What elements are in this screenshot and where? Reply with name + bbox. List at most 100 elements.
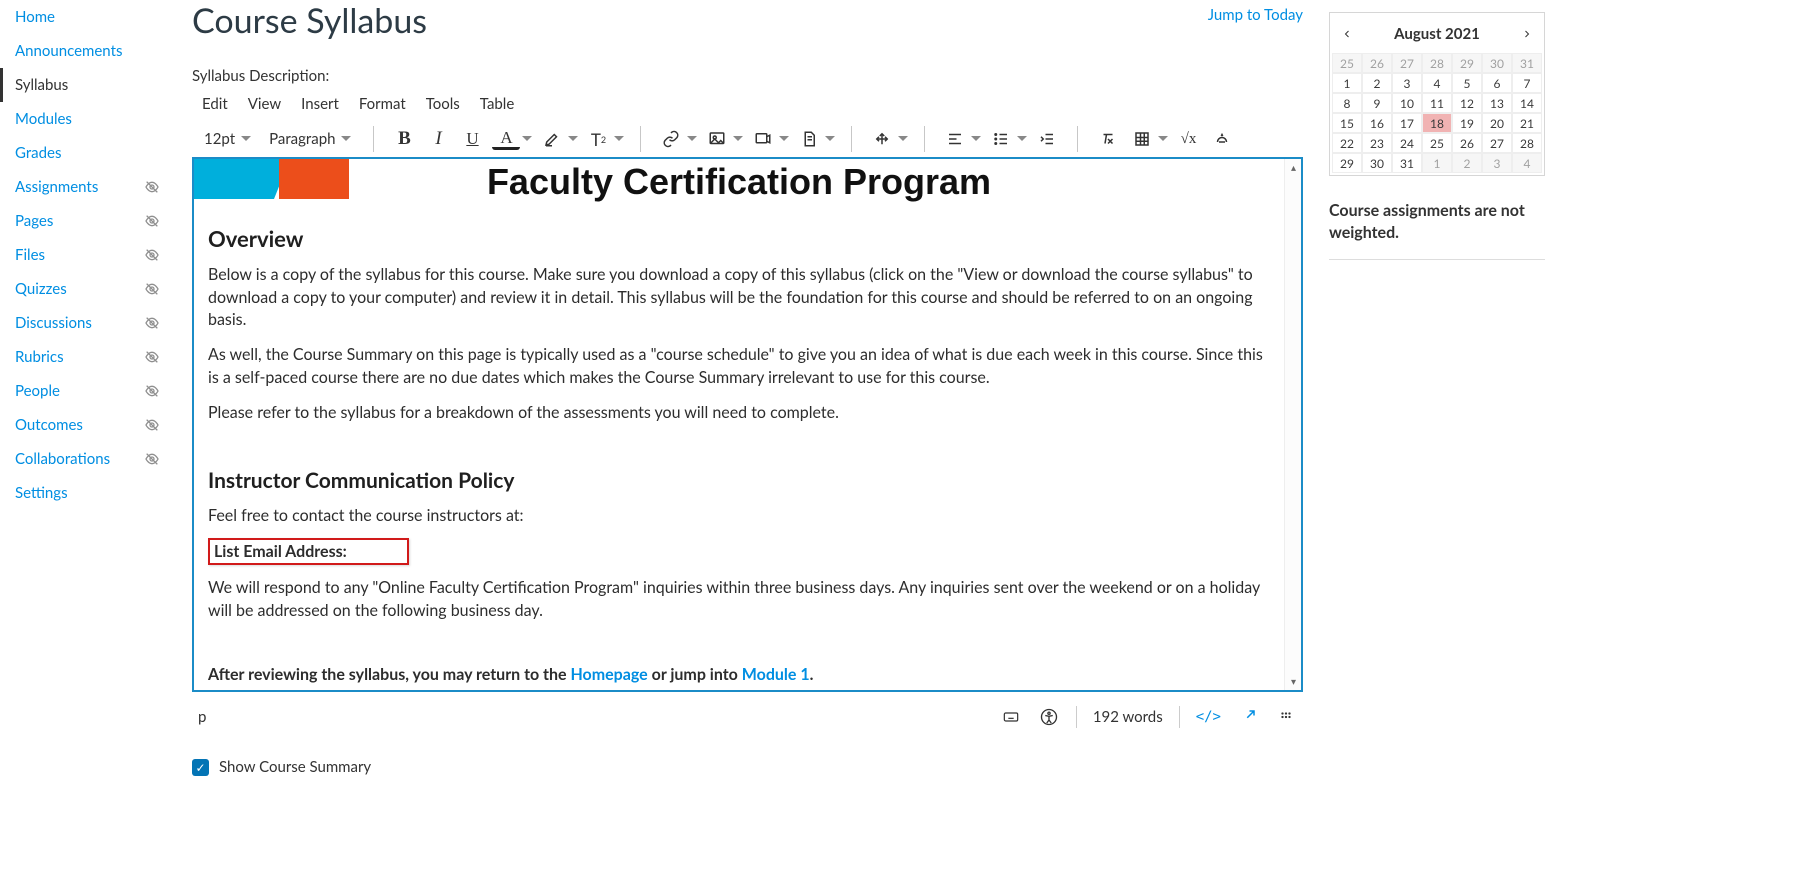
keyboard-icon[interactable] (1000, 706, 1022, 728)
calendar-day[interactable]: 1 (1332, 73, 1362, 93)
calendar-day[interactable]: 24 (1392, 133, 1422, 153)
media-button[interactable] (749, 125, 789, 153)
calendar-day[interactable]: 23 (1362, 133, 1392, 153)
nav-discussions[interactable]: Discussions (0, 306, 170, 340)
font-size-select[interactable]: 12pt (198, 125, 257, 153)
scroll-up-icon[interactable]: ▴ (1285, 159, 1302, 176)
calendar-day[interactable]: 11 (1422, 93, 1452, 113)
paragraph-select[interactable]: Paragraph (263, 125, 357, 153)
equation-button[interactable]: √x (1174, 125, 1202, 153)
element-path[interactable]: p (198, 708, 206, 726)
calendar-day[interactable]: 25 (1332, 53, 1362, 73)
calendar-day[interactable]: 13 (1482, 93, 1512, 113)
calendar-next-button[interactable] (1516, 23, 1538, 45)
calendar-day[interactable]: 2 (1452, 153, 1482, 173)
calendar-day[interactable]: 7 (1512, 73, 1542, 93)
homepage-link[interactable]: Homepage (570, 665, 647, 684)
calendar-day[interactable]: 27 (1482, 133, 1512, 153)
calendar-day[interactable]: 25 (1422, 133, 1452, 153)
menu-table[interactable]: Table (480, 95, 514, 113)
calendar-day[interactable]: 27 (1392, 53, 1422, 73)
show-course-summary-checkbox[interactable]: ✓ (192, 759, 209, 776)
menu-view[interactable]: View (248, 95, 281, 113)
calendar-day[interactable]: 28 (1512, 133, 1542, 153)
nav-modules[interactable]: Modules (0, 102, 170, 136)
menu-insert[interactable]: Insert (301, 95, 339, 113)
list-button[interactable] (987, 125, 1027, 153)
nav-assignments[interactable]: Assignments (0, 170, 170, 204)
calendar-day[interactable]: 12 (1452, 93, 1482, 113)
calendar-day[interactable]: 17 (1392, 113, 1422, 133)
calendar-day[interactable]: 3 (1392, 73, 1422, 93)
calendar-day[interactable]: 16 (1362, 113, 1392, 133)
menu-edit[interactable]: Edit (202, 95, 228, 113)
nav-files[interactable]: Files (0, 238, 170, 272)
calendar-day[interactable]: 20 (1482, 113, 1512, 133)
nav-people[interactable]: People (0, 374, 170, 408)
rich-text-editor[interactable]: Faculty Certification Program Overview B… (192, 157, 1303, 692)
menu-tools[interactable]: Tools (426, 95, 460, 113)
calendar-day[interactable]: 15 (1332, 113, 1362, 133)
nav-grades[interactable]: Grades (0, 136, 170, 170)
calendar-day[interactable]: 29 (1332, 153, 1362, 173)
calendar-day[interactable]: 9 (1362, 93, 1392, 113)
document-button[interactable] (795, 125, 835, 153)
fullscreen-icon[interactable] (1237, 706, 1259, 728)
embed-button[interactable] (1208, 125, 1236, 153)
calendar-day[interactable]: 29 (1452, 53, 1482, 73)
calendar-day[interactable]: 28 (1422, 53, 1452, 73)
calendar-day[interactable]: 10 (1392, 93, 1422, 113)
nav-home[interactable]: Home (0, 0, 170, 34)
table-button[interactable] (1128, 125, 1168, 153)
text-color-button[interactable]: A (492, 128, 532, 150)
underline-button[interactable]: U (458, 125, 486, 153)
image-button[interactable] (703, 125, 743, 153)
calendar-day[interactable]: 8 (1332, 93, 1362, 113)
calendar-day[interactable]: 5 (1452, 73, 1482, 93)
calendar-day[interactable]: 14 (1512, 93, 1542, 113)
calendar-day[interactable]: 22 (1332, 133, 1362, 153)
calendar-day[interactable]: 21 (1512, 113, 1542, 133)
scrollbar[interactable]: ▴ ▾ (1284, 159, 1301, 690)
calendar-day[interactable]: 4 (1422, 73, 1452, 93)
calendar-day[interactable]: 4 (1512, 153, 1542, 173)
bold-button[interactable]: B (390, 125, 418, 153)
link-button[interactable] (657, 125, 697, 153)
calendar-day[interactable]: 3 (1482, 153, 1512, 173)
calendar-day[interactable]: 31 (1392, 153, 1422, 173)
italic-button[interactable]: I (424, 125, 452, 153)
calendar-prev-button[interactable] (1336, 23, 1358, 45)
calendar-day[interactable]: 2 (1362, 73, 1392, 93)
align-button[interactable] (941, 125, 981, 153)
nav-outcomes[interactable]: Outcomes (0, 408, 170, 442)
nav-announcements[interactable]: Announcements (0, 34, 170, 68)
calendar-day[interactable]: 18 (1422, 113, 1452, 133)
calendar-day[interactable]: 31 (1512, 53, 1542, 73)
scroll-down-icon[interactable]: ▾ (1285, 673, 1302, 690)
superscript-button[interactable]: T2 (584, 125, 624, 153)
module1-link[interactable]: Module 1 (742, 665, 810, 684)
calendar-day[interactable]: 30 (1482, 53, 1512, 73)
more-icon[interactable] (1275, 706, 1297, 728)
accessibility-icon[interactable] (1038, 706, 1060, 728)
nav-pages[interactable]: Pages (0, 204, 170, 238)
jump-to-today-link[interactable]: Jump to Today (1208, 0, 1303, 24)
apps-button[interactable] (868, 125, 908, 153)
nav-rubrics[interactable]: Rubrics (0, 340, 170, 374)
html-view-button[interactable]: </> (1196, 709, 1221, 725)
calendar-day[interactable]: 30 (1362, 153, 1392, 173)
clear-format-button[interactable] (1094, 125, 1122, 153)
menu-format[interactable]: Format (359, 95, 406, 113)
nav-quizzes[interactable]: Quizzes (0, 272, 170, 306)
calendar-day[interactable]: 1 (1422, 153, 1452, 173)
calendar-day[interactable]: 6 (1482, 73, 1512, 93)
nav-collaborations[interactable]: Collaborations (0, 442, 170, 476)
nav-syllabus[interactable]: Syllabus (0, 68, 170, 102)
highlight-button[interactable] (538, 125, 578, 153)
nav-settings[interactable]: Settings (0, 476, 170, 510)
course-nav: Home Announcements Syllabus Modules Grad… (0, 0, 170, 882)
calendar-day[interactable]: 26 (1452, 133, 1482, 153)
calendar-day[interactable]: 19 (1452, 113, 1482, 133)
calendar-day[interactable]: 26 (1362, 53, 1392, 73)
indent-button[interactable] (1033, 125, 1061, 153)
